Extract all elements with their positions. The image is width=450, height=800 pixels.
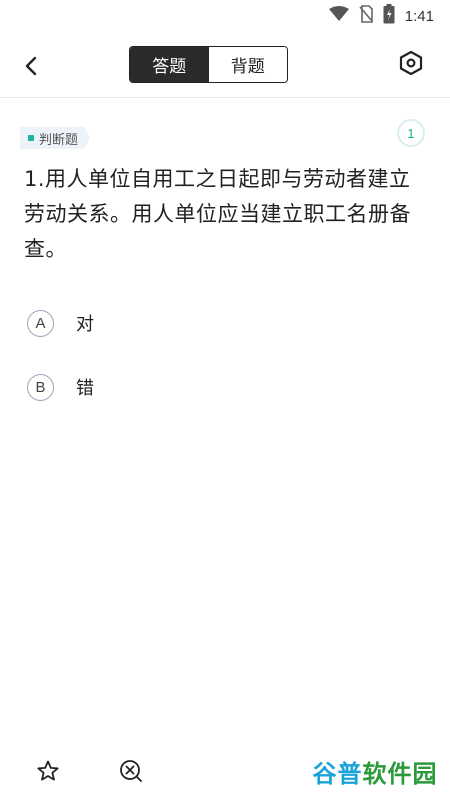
option-letter: B: [27, 373, 54, 401]
status-time: 1:41: [404, 7, 434, 25]
watermark-part1: 谷普: [312, 759, 363, 788]
back-arrow-icon: [24, 56, 38, 80]
option-text: 错: [76, 378, 94, 399]
option-a[interactable]: A 对: [27, 309, 94, 337]
star-icon: [36, 759, 60, 787]
mode-switch: 答题 背题: [129, 46, 288, 83]
status-bar: 1:41: [0, 0, 450, 26]
watermark-part2: 软件园: [362, 759, 438, 788]
no-sim-icon: [359, 5, 373, 27]
question-text: 1.用人单位自用工之日起即与劳动者建立劳动关系。用人单位应当建立职工名册备查。: [24, 167, 411, 261]
tag-dot-icon: [28, 135, 34, 141]
remove-question-button[interactable]: [116, 758, 146, 788]
settings-hexagon-icon: [398, 50, 424, 80]
top-bar: 答题 背题: [0, 40, 450, 96]
question-type-label: 判断题: [39, 132, 79, 148]
watermark-logo: 谷普 软件园: [308, 752, 442, 790]
favorite-button[interactable]: [33, 758, 63, 788]
option-b[interactable]: B 错: [27, 373, 94, 401]
tab-recite[interactable]: 背题: [208, 47, 287, 82]
settings-button[interactable]: [396, 50, 426, 80]
battery-icon: [383, 4, 395, 28]
header-divider: [0, 97, 450, 98]
option-letter: A: [27, 309, 54, 337]
question-number-badge[interactable]: 1: [397, 119, 425, 147]
status-icons: 1:41: [328, 4, 434, 28]
wifi-icon: [328, 6, 349, 26]
back-button[interactable]: [16, 54, 46, 82]
option-text: 对: [76, 314, 94, 335]
tab-answer[interactable]: 答题: [130, 47, 209, 82]
question-type-tag: 判断题: [20, 127, 90, 149]
remove-circle-icon: [118, 758, 144, 788]
